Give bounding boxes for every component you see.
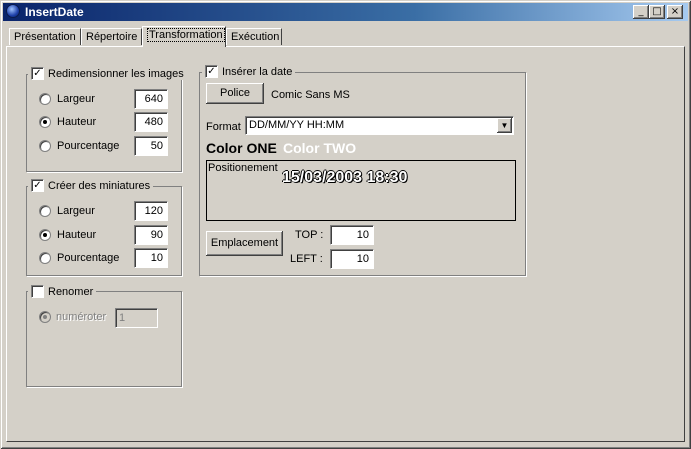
close-button[interactable]: × — [667, 5, 683, 19]
date-legend: ✓ Insérer la date — [202, 65, 296, 78]
resize-width-label: Largeur — [57, 93, 95, 105]
resize-label: Redimensionner les images — [48, 67, 184, 80]
thumbs-label: Créer des miniatures — [48, 179, 151, 192]
date-label: Insérer la date — [222, 65, 293, 78]
thumbs-height-label: Hauteur — [57, 229, 97, 241]
tab-label: Exécution — [231, 31, 280, 43]
tab-repertoire[interactable]: Répertoire — [81, 28, 142, 45]
thumbs-percent-input[interactable]: 10 — [134, 248, 168, 268]
resize-height-input[interactable]: 480 — [134, 112, 168, 132]
window-title: InsertDate — [25, 5, 84, 19]
position-label: Positionement — [208, 162, 278, 174]
resize-height-radio[interactable] — [39, 116, 51, 128]
tab-label: Présentation — [14, 31, 76, 43]
title-bar[interactable]: InsertDate _ □ × — [3, 3, 688, 21]
thumbs-checkbox[interactable]: ✓ — [31, 179, 44, 192]
tab-label: Transformation — [147, 28, 225, 42]
tab-label: Répertoire — [86, 31, 138, 43]
left-label: LEFT : — [290, 253, 323, 265]
resize-legend: ✓ Redimensionner les images — [28, 67, 187, 80]
rename-group — [26, 291, 182, 387]
thumbs-width-input[interactable]: 120 — [134, 201, 168, 221]
placement-button[interactable]: Emplacement — [206, 231, 283, 256]
minimize-button[interactable]: _ — [633, 5, 649, 19]
date-checkbox[interactable]: ✓ — [205, 65, 218, 78]
position-preview-box[interactable]: Positionement 15/03/2003 18:30 — [206, 160, 516, 221]
resize-percent-radio[interactable] — [39, 140, 51, 152]
thumbs-width-radio[interactable] — [39, 205, 51, 217]
maximize-button[interactable]: □ — [649, 5, 665, 19]
font-button[interactable]: Police — [206, 83, 264, 104]
resize-height-label: Hauteur — [57, 116, 97, 128]
resize-percent-input[interactable]: 50 — [134, 136, 168, 156]
app-globe-icon — [6, 4, 20, 18]
format-label: Format — [206, 121, 241, 133]
tab-presentation[interactable]: Présentation — [9, 28, 81, 45]
color-one-label[interactable]: Color ONE — [206, 140, 277, 156]
resize-checkbox[interactable]: ✓ — [31, 67, 44, 80]
tab-transformation[interactable]: Transformation — [142, 26, 226, 47]
format-combobox[interactable]: DD/MM/YY HH:MM ▼ — [245, 116, 514, 135]
resize-width-radio[interactable] — [39, 93, 51, 105]
left-input[interactable]: 10 — [330, 249, 374, 269]
app-window: InsertDate _ □ × Présentation Répertoire… — [0, 0, 691, 449]
rename-number-radio[interactable] — [39, 311, 51, 323]
thumbs-height-input[interactable]: 90 — [134, 225, 168, 245]
thumbs-percent-label: Pourcentage — [57, 252, 120, 264]
font-name-label: Comic Sans MS — [271, 89, 350, 101]
resize-percent-label: Pourcentage — [57, 140, 120, 152]
tab-execution[interactable]: Exécution — [226, 28, 282, 45]
rename-label: Renomer — [48, 285, 94, 298]
dropdown-arrow-icon[interactable]: ▼ — [497, 118, 512, 133]
color-two-label[interactable]: Color TWO — [283, 140, 356, 156]
rename-number-input[interactable]: 1 — [115, 308, 158, 328]
top-input[interactable]: 10 — [330, 225, 374, 245]
format-value: DD/MM/YY HH:MM — [249, 119, 345, 131]
rename-checkbox[interactable] — [31, 285, 44, 298]
rename-number-label: numéroter — [56, 311, 107, 323]
thumbs-percent-radio[interactable] — [39, 252, 51, 264]
rename-legend: Renomer — [28, 285, 97, 298]
thumbs-height-radio[interactable] — [39, 229, 51, 241]
top-label: TOP : — [295, 229, 324, 241]
date-preview: 15/03/2003 18:30 — [282, 169, 408, 186]
resize-width-input[interactable]: 640 — [134, 89, 168, 109]
thumbs-legend: ✓ Créer des miniatures — [28, 179, 154, 192]
thumbs-width-label: Largeur — [57, 205, 95, 217]
